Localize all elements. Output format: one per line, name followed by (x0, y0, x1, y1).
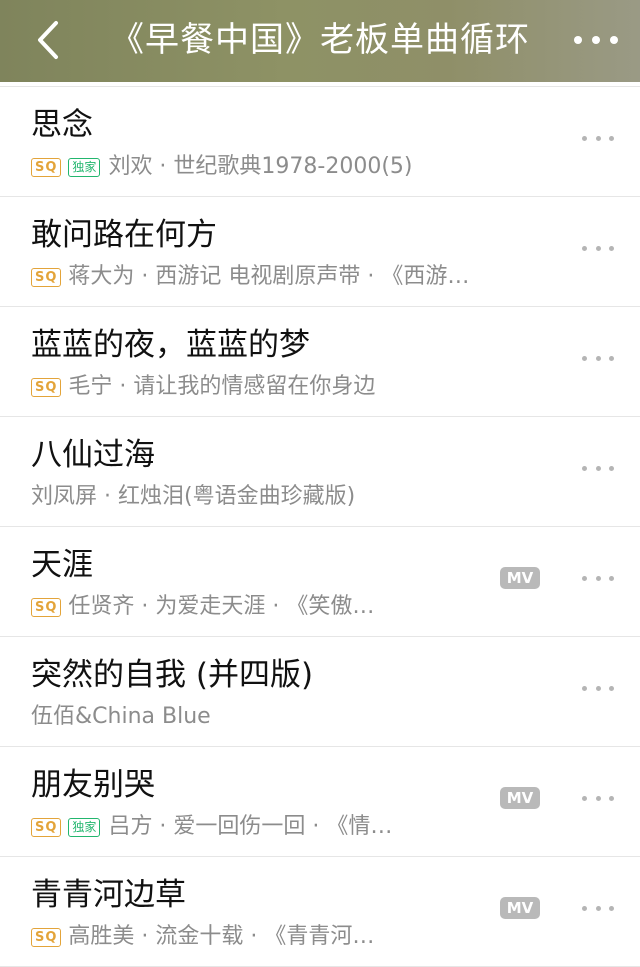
artist-album-text: 刘欢 · 世纪歌典1978-2000(5) (108, 154, 413, 179)
song-row[interactable]: 蓝蓝的夜，蓝蓝的梦 SQ 毛宁 · 请让我的情感留在你身边 (0, 307, 640, 417)
more-options-button[interactable] (574, 30, 618, 50)
song-title: 思念 (31, 107, 93, 143)
song-title: 朋友别哭 (31, 767, 155, 803)
sq-badge: SQ (31, 817, 62, 837)
song-meta: 伍佰&China Blue (31, 701, 211, 733)
song-title: 八仙过海 (31, 437, 155, 473)
more-dots-icon (582, 795, 587, 801)
song-meta: SQ 毛宁 · 请让我的情感留在你身边 (31, 371, 375, 403)
sq-badge: SQ (31, 927, 62, 947)
song-more-button[interactable] (582, 131, 614, 145)
song-title: 蓝蓝的夜，蓝蓝的梦 (31, 327, 310, 363)
sq-badge: SQ (31, 597, 62, 617)
more-dots-icon (582, 685, 587, 691)
artist-album-text: 毛宁 · 请让我的情感留在你身边 (68, 374, 376, 399)
artist-album-text: 吕方 · 爱一回伤一回 · 《情… (108, 814, 393, 839)
song-more-button[interactable] (582, 791, 614, 805)
mv-button[interactable]: MV (500, 787, 540, 809)
song-more-button[interactable] (582, 461, 614, 475)
artist-album-text: 高胜美 · 流金十载 · 《青青河… (68, 924, 375, 949)
more-horizontal-icon (574, 36, 582, 44)
song-meta: SQ 高胜美 · 流金十载 · 《青青河… (31, 921, 374, 953)
song-more-button[interactable] (582, 571, 614, 585)
song-meta: SQ 任贤齐 · 为爱走天涯 · 《笑傲… (31, 591, 374, 623)
song-more-button[interactable] (582, 901, 614, 915)
song-title: 敢问路在何方 (31, 217, 217, 253)
song-meta: SQ 蒋大为 · 西游记 电视剧原声带 · 《西游… (31, 261, 469, 293)
song-more-button[interactable] (582, 681, 614, 695)
exclusive-badge: 独家 (68, 817, 101, 837)
song-title: 突然的自我 (并四版) (31, 657, 314, 693)
page-title: 《早餐中国》老板单曲循环 (110, 20, 530, 60)
artist-album-text: 伍佰&China Blue (31, 704, 211, 729)
song-more-button[interactable] (582, 351, 614, 365)
song-title: 青青河边草 (31, 877, 186, 913)
song-row[interactable]: 朋友别哭 SQ 独家 吕方 · 爱一回伤一回 · 《情… MV (0, 747, 640, 857)
artist-album-text: 任贤齐 · 为爱走天涯 · 《笑傲… (68, 594, 375, 619)
more-dots-icon (582, 355, 587, 361)
song-meta: SQ 独家 吕方 · 爱一回伤一回 · 《情… (31, 811, 392, 843)
song-title: 天涯 (31, 547, 93, 583)
back-button[interactable] (28, 18, 68, 62)
song-meta: 刘凤屏 · 红烛泪(粤语金曲珍藏版) (31, 481, 355, 513)
header-bar: 《早餐中国》老板单曲循环 (0, 0, 640, 82)
song-list: 思念 SQ 独家 刘欢 · 世纪歌典1978-2000(5) 敢问路在何方 SQ… (0, 86, 640, 967)
song-row[interactable]: 青青河边草 SQ 高胜美 · 流金十载 · 《青青河… MV (0, 857, 640, 967)
artist-album-text: 蒋大为 · 西游记 电视剧原声带 · 《西游… (68, 264, 470, 289)
more-dots-icon (582, 135, 587, 141)
song-meta: SQ 独家 刘欢 · 世纪歌典1978-2000(5) (31, 151, 413, 183)
artist-album-text: 刘凤屏 · 红烛泪(粤语金曲珍藏版) (31, 484, 356, 509)
song-row[interactable]: 突然的自我 (并四版) 伍佰&China Blue (0, 637, 640, 747)
chevron-left-icon (38, 21, 58, 59)
playlist-page: 《早餐中国》老板单曲循环 思念 SQ 独家 刘欢 · 世纪歌典1978-2000… (0, 0, 640, 967)
sq-badge: SQ (31, 157, 62, 177)
more-dots-icon (582, 245, 587, 251)
sq-badge: SQ (31, 377, 62, 397)
exclusive-badge: 独家 (68, 157, 101, 177)
song-more-button[interactable] (582, 241, 614, 255)
mv-button[interactable]: MV (500, 897, 540, 919)
song-row[interactable]: 敢问路在何方 SQ 蒋大为 · 西游记 电视剧原声带 · 《西游… (0, 197, 640, 307)
more-dots-icon (582, 905, 587, 911)
more-dots-icon (582, 465, 587, 471)
song-row[interactable]: 天涯 SQ 任贤齐 · 为爱走天涯 · 《笑傲… MV (0, 527, 640, 637)
more-dots-icon (582, 575, 587, 581)
mv-button[interactable]: MV (500, 567, 540, 589)
sq-badge: SQ (31, 267, 62, 287)
song-row[interactable]: 思念 SQ 独家 刘欢 · 世纪歌典1978-2000(5) (0, 86, 640, 197)
song-row[interactable]: 八仙过海 刘凤屏 · 红烛泪(粤语金曲珍藏版) (0, 417, 640, 527)
